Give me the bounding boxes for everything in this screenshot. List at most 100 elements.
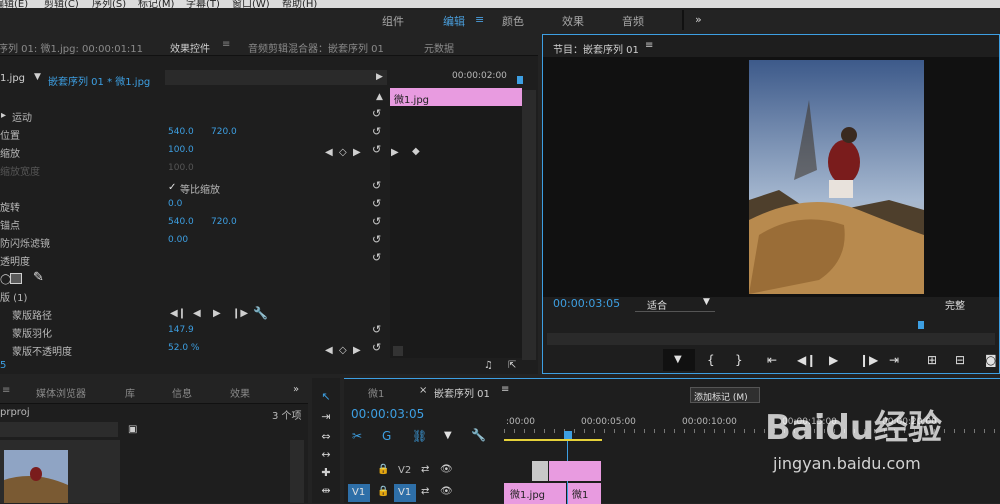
workspace-assembly[interactable]: 组件: [382, 13, 404, 29]
master-clip-name[interactable]: 1.jpg: [0, 73, 25, 84]
track-backward-icon[interactable]: ◀❙: [170, 309, 186, 319]
workspace-effects[interactable]: 效果: [562, 13, 584, 29]
go-to-in-button[interactable]: ⇤: [767, 353, 777, 367]
workspace-menu-icon[interactable]: ≡: [475, 13, 484, 26]
export-icon[interactable]: ⇱: [508, 361, 516, 371]
menu-sequence[interactable]: 序列(S): [92, 0, 126, 8]
lift-button[interactable]: ⊞: [927, 353, 937, 367]
v1-eye-icon[interactable]: 👁: [440, 486, 453, 497]
project-menu-icon[interactable]: ≡: [2, 385, 10, 396]
v1-source-target[interactable]: V1: [348, 484, 370, 502]
property-value[interactable]: 100.0: [168, 145, 194, 155]
tab-effects[interactable]: 效果: [230, 385, 250, 400]
property-value[interactable]: 540.0: [168, 127, 194, 137]
reset-icon[interactable]: ↺: [372, 342, 384, 354]
uniform-scale-checkbox[interactable]: ✓: [168, 182, 176, 193]
menu-clip[interactable]: 剪辑(C): [44, 0, 79, 8]
work-area-bar[interactable]: [504, 439, 602, 441]
tab-media-browser[interactable]: 媒体浏览器: [36, 385, 86, 400]
workspace-color[interactable]: 颜色: [502, 13, 524, 29]
reset-icon[interactable]: ↺: [372, 198, 384, 210]
selection-tool-icon[interactable]: ↖: [316, 390, 336, 406]
keyframe-diamond-icon[interactable]: ◆: [412, 147, 420, 157]
play-button[interactable]: ▶: [829, 353, 838, 367]
project-more-icon[interactable]: »: [293, 384, 299, 395]
property-value-2[interactable]: 720.0: [211, 217, 237, 227]
opacity-prev-keyframe-icon[interactable]: ◀: [325, 346, 333, 356]
property-value[interactable]: 147.9: [168, 325, 194, 335]
ec-clip-bar[interactable]: 微1.jpg: [390, 88, 522, 106]
sequence-clip-name[interactable]: 嵌套序列 01 * 微1.jpg: [48, 73, 150, 88]
linked-selection-icon[interactable]: ⛓: [412, 429, 427, 443]
collapse-up-icon[interactable]: ▲: [376, 92, 383, 102]
tab-source[interactable]: 序列 01: 微1.jpg: 00:00:01:11: [0, 40, 143, 55]
v2-lock-icon[interactable]: 🔒: [377, 464, 389, 475]
reset-icon[interactable]: ↺: [372, 144, 384, 156]
project-search-input[interactable]: [0, 422, 118, 437]
tab-info[interactable]: 信息: [172, 385, 192, 400]
v1-sync-icon[interactable]: ⇄: [421, 486, 429, 497]
v1-lock-icon[interactable]: 🔒: [377, 486, 389, 497]
menu-help[interactable]: 帮助(H): [282, 0, 317, 8]
timeline-tab-prev[interactable]: 微1: [368, 385, 384, 400]
v1-track-toggle[interactable]: V1: [394, 484, 416, 502]
program-timecode[interactable]: 00:00:03:05: [553, 297, 620, 310]
dropdown-arrow-icon[interactable]: ▼: [34, 72, 41, 82]
opacity-keyframe-marker[interactable]: [393, 346, 403, 356]
property-value[interactable]: 0.0: [168, 199, 182, 209]
tab-libraries[interactable]: 库: [125, 385, 135, 400]
property-value-2[interactable]: 720.0: [211, 127, 237, 137]
project-scrollbar[interactable]: [290, 440, 304, 503]
timeline-timecode[interactable]: 00:00:03:05: [351, 407, 424, 421]
v2-clip-gray[interactable]: [532, 461, 548, 481]
mark-in-button[interactable]: {: [707, 353, 715, 367]
timeline-tab[interactable]: 嵌套序列 01: [434, 385, 490, 400]
reset-icon[interactable]: ↺: [372, 216, 384, 228]
fit-dropdown-icon[interactable]: ▼: [703, 297, 710, 307]
track-backward-frame-icon[interactable]: ◀: [193, 309, 201, 319]
ripple-edit-tool-icon[interactable]: ⇔: [316, 430, 336, 446]
ec-keyframe-area[interactable]: [390, 106, 522, 358]
reset-icon[interactable]: ↺: [372, 108, 384, 120]
timeline-playhead[interactable]: [564, 431, 572, 439]
tab-metadata[interactable]: 元数据: [424, 40, 454, 55]
fit-select[interactable]: 适合: [647, 297, 667, 312]
opacity-next-keyframe-icon[interactable]: ▶: [353, 346, 361, 356]
export-frame-button[interactable]: ◙: [985, 353, 997, 367]
v1-clip-1[interactable]: 微1.jpg: [504, 483, 566, 504]
slip-tool-icon[interactable]: ⇹: [316, 484, 336, 500]
video-viewer[interactable]: [543, 57, 999, 297]
reset-icon[interactable]: ↺: [372, 324, 384, 336]
filter-icon[interactable]: ♫: [484, 361, 493, 371]
expand-right-icon[interactable]: ▶: [376, 72, 383, 82]
v1-clip-2[interactable]: 微1: [568, 483, 601, 504]
reset-icon[interactable]: ↺: [372, 252, 384, 264]
timeline-settings-icon[interactable]: 🔧: [471, 428, 486, 442]
track-forward-frame-icon[interactable]: ▶: [213, 309, 221, 319]
tab-effect-controls[interactable]: 效果控件: [170, 40, 210, 55]
property-value[interactable]: 540.0: [168, 217, 194, 227]
nest-toggle-icon[interactable]: ✂: [352, 429, 362, 443]
property-value[interactable]: 52.0 %: [168, 343, 199, 353]
program-playhead[interactable]: [918, 321, 924, 329]
v2-eye-icon[interactable]: 👁: [440, 464, 453, 475]
go-to-out-button[interactable]: ⇥: [889, 353, 899, 367]
timeline-tab-close-icon[interactable]: ×: [419, 385, 427, 396]
reset-icon[interactable]: ↺: [372, 126, 384, 138]
wrench-icon[interactable]: 🔧: [253, 307, 268, 319]
snap-icon[interactable]: G: [382, 429, 391, 443]
timeline-menu-icon[interactable]: ≡: [501, 384, 509, 395]
pen-mask-icon[interactable]: ✎: [33, 270, 44, 285]
workspace-audio[interactable]: 音频: [622, 13, 644, 29]
tab-menu-icon[interactable]: ≡: [222, 39, 230, 50]
ec-playhead[interactable]: [517, 76, 523, 84]
timeline-marker-icon[interactable]: ▼: [444, 430, 452, 441]
workspace-editing[interactable]: 编辑: [443, 13, 465, 29]
reset-icon[interactable]: ↺: [372, 180, 384, 192]
quality-select[interactable]: 完整: [945, 297, 965, 312]
new-bin-icon[interactable]: ▣: [128, 424, 137, 435]
rectangle-mask-icon[interactable]: [10, 273, 22, 284]
program-menu-icon[interactable]: ≡: [645, 40, 653, 51]
opacity-add-keyframe-icon[interactable]: ◇: [339, 346, 347, 356]
razor-tool-icon[interactable]: ✚: [316, 466, 336, 482]
